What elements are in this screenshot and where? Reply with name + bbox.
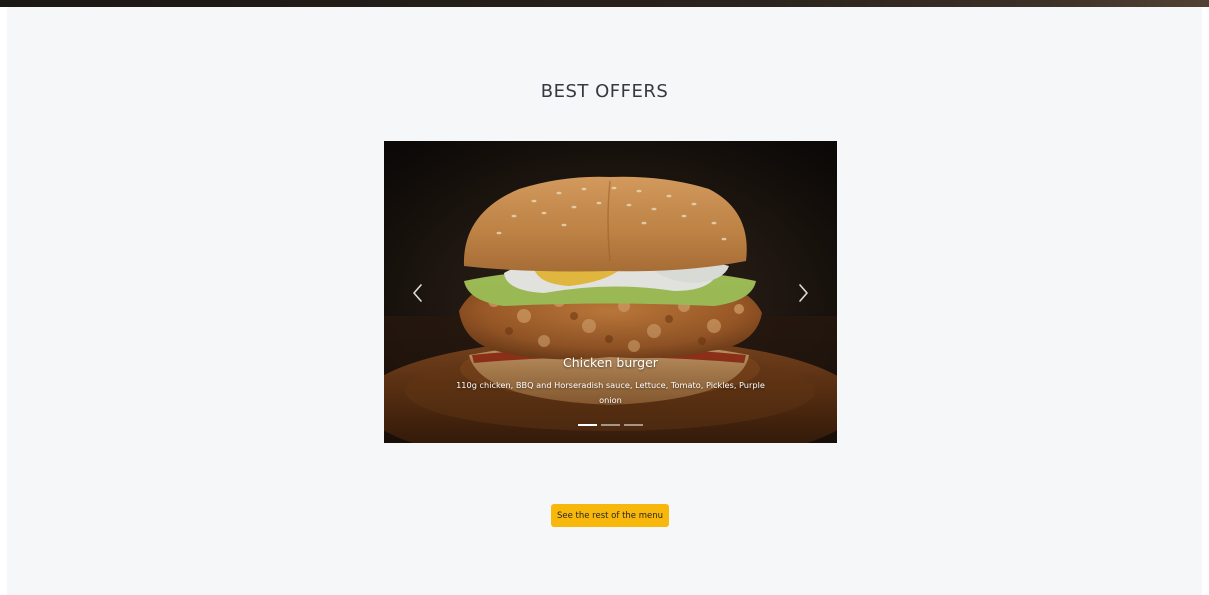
slide-description: 110g chicken, BBQ and Horseradish sauce,… [456, 380, 765, 405]
best-offers-section: BEST OFFERS Chicken burger 110g chicken,… [7, 7, 1202, 595]
chevron-right-icon [799, 284, 808, 302]
see-menu-button[interactable]: See the rest of the menu [551, 504, 669, 527]
slide-caption: Chicken burger 110g chicken, BBQ and Hor… [450, 355, 771, 408]
indicator-1[interactable] [578, 424, 597, 426]
hero-banner-edge [0, 0, 1209, 7]
carousel-next-button[interactable] [791, 279, 815, 307]
chevron-left-icon [413, 284, 422, 302]
section-title: BEST OFFERS [540, 81, 669, 102]
indicator-2[interactable] [601, 424, 620, 426]
slide-title: Chicken burger [563, 355, 658, 370]
carousel-indicators [384, 424, 837, 426]
indicator-3[interactable] [624, 424, 643, 426]
carousel-prev-button[interactable] [406, 279, 430, 307]
page: BEST OFFERS Chicken burger 110g chicken,… [0, 0, 1209, 595]
offers-carousel[interactable]: Chicken burger 110g chicken, BBQ and Hor… [384, 141, 837, 443]
